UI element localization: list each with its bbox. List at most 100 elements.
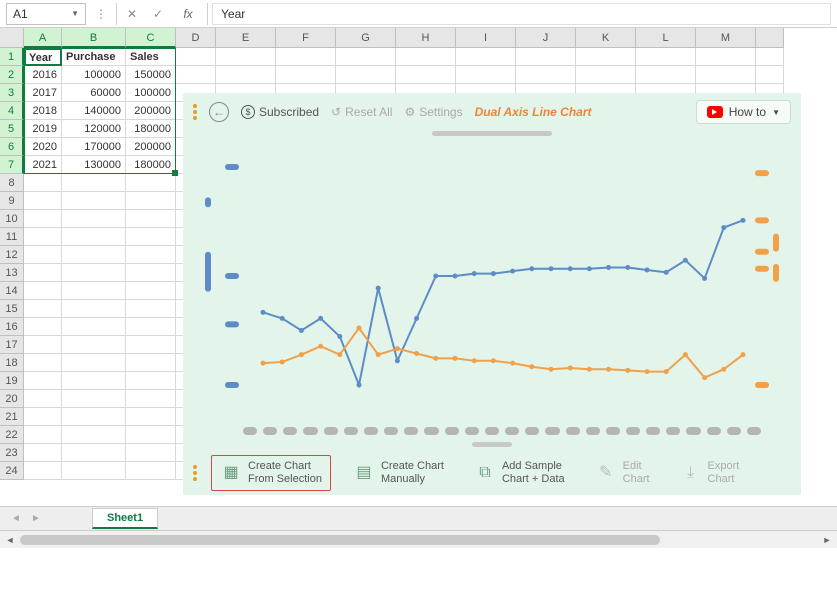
cell[interactable] [62, 300, 126, 318]
cell[interactable] [24, 462, 62, 480]
cell[interactable]: 140000 [62, 102, 126, 120]
column-header[interactable]: A [24, 28, 62, 48]
cell[interactable]: 2020 [24, 138, 62, 156]
commit-icon[interactable]: ✓ [147, 3, 169, 25]
cell[interactable] [216, 66, 276, 84]
cell[interactable] [336, 48, 396, 66]
cell[interactable] [696, 48, 756, 66]
column-header[interactable]: J [516, 28, 576, 48]
dropdown-icon[interactable]: ⋮ [90, 3, 112, 25]
cell[interactable] [24, 354, 62, 372]
add-sample-button[interactable]: ⧉ Add SampleChart + Data [466, 456, 573, 490]
row-header[interactable]: 7 [0, 156, 24, 174]
howto-button[interactable]: How to ▼ [696, 100, 791, 124]
prev-sheet-icon[interactable]: ◄ [8, 511, 24, 527]
cell[interactable] [62, 354, 126, 372]
cell[interactable] [396, 48, 456, 66]
cell[interactable] [62, 408, 126, 426]
cell[interactable] [62, 210, 126, 228]
column-header[interactable]: H [396, 28, 456, 48]
cell[interactable] [24, 174, 62, 192]
drag-handle-bottom[interactable] [472, 442, 512, 447]
row-header[interactable]: 1 [0, 48, 24, 66]
cell[interactable] [24, 444, 62, 462]
scroll-thumb[interactable] [20, 535, 660, 545]
cell[interactable] [176, 66, 216, 84]
cell[interactable]: 200000 [126, 102, 176, 120]
row-header[interactable]: 17 [0, 336, 24, 354]
row-header[interactable]: 6 [0, 138, 24, 156]
cell[interactable] [756, 48, 784, 66]
row-header[interactable]: 21 [0, 408, 24, 426]
horizontal-scrollbar[interactable]: ◄ ► [0, 530, 837, 548]
cell[interactable] [62, 372, 126, 390]
cell[interactable] [696, 66, 756, 84]
column-header[interactable]: E [216, 28, 276, 48]
create-chart-from-selection-button[interactable]: ▦ Create ChartFrom Selection [211, 455, 331, 491]
cell[interactable] [126, 246, 176, 264]
drag-handle-top[interactable] [432, 131, 552, 136]
cell[interactable] [24, 282, 62, 300]
row-header[interactable]: 19 [0, 372, 24, 390]
cell[interactable]: 130000 [62, 156, 126, 174]
menu-dots-icon[interactable] [193, 465, 197, 481]
cell[interactable] [276, 66, 336, 84]
cell[interactable] [62, 174, 126, 192]
column-header[interactable]: G [336, 28, 396, 48]
cell[interactable] [24, 408, 62, 426]
cell[interactable] [126, 318, 176, 336]
subscribed-badge[interactable]: $ Subscribed [241, 105, 319, 119]
cell[interactable] [176, 48, 216, 66]
cell[interactable]: 180000 [126, 156, 176, 174]
cell[interactable] [62, 318, 126, 336]
select-all-corner[interactable] [0, 28, 24, 48]
create-chart-manually-button[interactable]: ▤ Create ChartManually [345, 456, 452, 490]
row-header[interactable]: 23 [0, 444, 24, 462]
row-header[interactable]: 5 [0, 120, 24, 138]
cell[interactable] [62, 390, 126, 408]
cell[interactable] [62, 192, 126, 210]
cell[interactable] [24, 246, 62, 264]
cell[interactable] [24, 192, 62, 210]
cell[interactable] [62, 444, 126, 462]
cell[interactable] [516, 66, 576, 84]
cell[interactable] [126, 354, 176, 372]
scroll-left-icon[interactable]: ◄ [2, 532, 18, 548]
row-header[interactable]: 16 [0, 318, 24, 336]
row-header[interactable]: 9 [0, 192, 24, 210]
column-header[interactable]: K [576, 28, 636, 48]
row-header[interactable]: 8 [0, 174, 24, 192]
cell[interactable] [24, 228, 62, 246]
cell[interactable] [24, 390, 62, 408]
cell[interactable] [456, 66, 516, 84]
cell[interactable] [126, 462, 176, 480]
cell[interactable] [62, 462, 126, 480]
cell[interactable] [456, 48, 516, 66]
cell[interactable] [62, 336, 126, 354]
cell[interactable]: 120000 [62, 120, 126, 138]
cell[interactable] [62, 246, 126, 264]
cell[interactable] [126, 192, 176, 210]
cell[interactable] [126, 210, 176, 228]
cell[interactable]: 2019 [24, 120, 62, 138]
row-header[interactable]: 18 [0, 354, 24, 372]
row-header[interactable]: 2 [0, 66, 24, 84]
next-sheet-icon[interactable]: ► [28, 511, 44, 527]
cell[interactable] [216, 48, 276, 66]
cell[interactable] [126, 300, 176, 318]
cell[interactable] [276, 48, 336, 66]
row-header[interactable]: 20 [0, 390, 24, 408]
cell[interactable] [62, 282, 126, 300]
cancel-icon[interactable]: ✕ [121, 3, 143, 25]
cell[interactable] [62, 228, 126, 246]
cell[interactable]: 100000 [62, 66, 126, 84]
cell[interactable] [396, 66, 456, 84]
row-header[interactable]: 4 [0, 102, 24, 120]
cell[interactable] [126, 444, 176, 462]
sheet-tab[interactable]: Sheet1 [92, 508, 158, 529]
settings-button[interactable]: ⚙ Settings [404, 105, 462, 119]
cell[interactable] [126, 264, 176, 282]
column-header[interactable]: C [126, 28, 176, 48]
cell[interactable] [126, 336, 176, 354]
row-header[interactable]: 15 [0, 300, 24, 318]
